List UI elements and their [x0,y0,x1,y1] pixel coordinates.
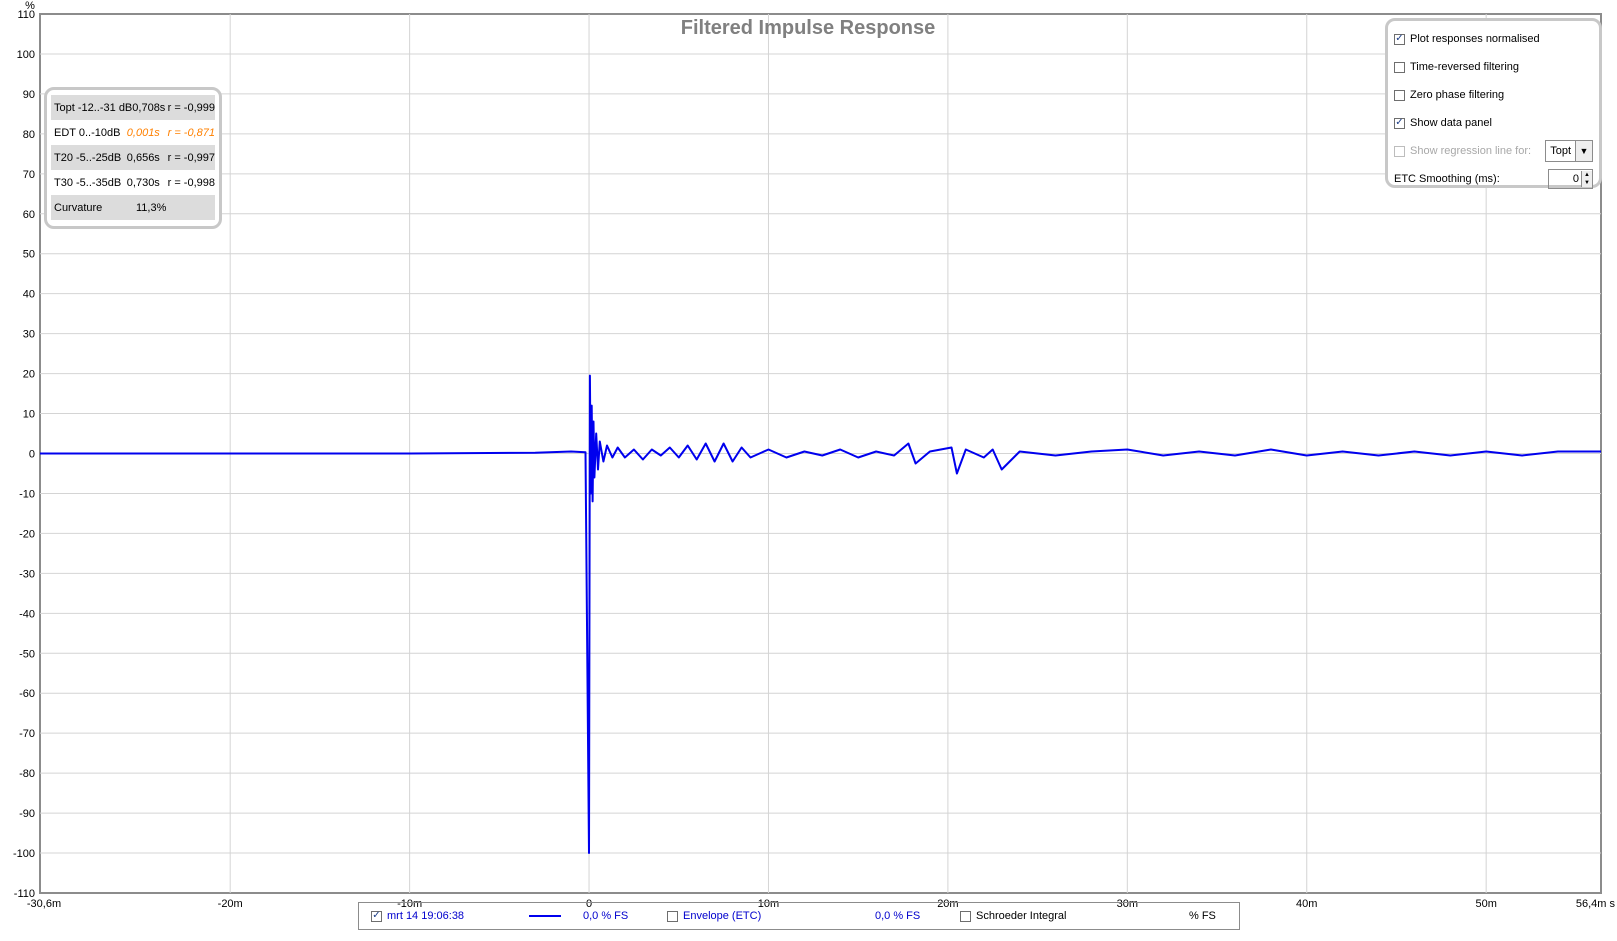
time-reversed-label: Time-reversed filtering [1410,61,1520,73]
x-tick-label: 50m [1475,898,1496,910]
x-tick-label: 56,4m s [1576,898,1616,910]
time-reversed-option[interactable]: Time-reversed filtering [1394,53,1593,81]
y-tick-label: -90 [19,808,35,820]
show-data-panel-option[interactable]: ✓ Show data panel [1394,109,1593,137]
impulse-response-chart[interactable]: 1101009080706050403020100-10-20-30-40-50… [0,0,1617,941]
data-panel: Topt -12..-31 dB 0,708s r = -0,999 EDT 0… [44,87,222,229]
y-tick-label: 40 [23,289,35,301]
regression-select-value: Topt [1550,145,1571,157]
x-tick-label: 40m [1296,898,1317,910]
y-tick-label: -40 [19,608,35,620]
topt-label: Topt -12..-31 dB [54,101,133,114]
y-tick-label: -70 [19,728,35,740]
y-tick-label: 50 [23,249,35,261]
etc-smoothing-label: ETC Smoothing (ms): [1394,173,1500,185]
legend-line-swatch [529,903,561,929]
legend-bar: ✓ mrt 14 19:06:38 0,0 % FS Envelope (ETC… [358,902,1240,930]
plot-normalised-checkbox[interactable]: ✓ [1394,33,1405,45]
schroeder-value: % FS [1189,910,1216,922]
measurement-checkbox[interactable]: ✓ [371,910,382,922]
y-tick-label: -80 [19,768,35,780]
topt-r: r = -0,999 [167,101,215,114]
schroeder-label: Schroeder Integral [976,910,1067,922]
y-tick-label: 20 [23,369,35,381]
y-tick-label: 100 [17,49,35,61]
t30-value: 0,730s [126,176,160,189]
y-tick-label: 60 [23,209,35,221]
y-tick-label: -60 [19,688,35,700]
schroeder-checkbox[interactable] [960,910,971,922]
y-tick-label: -10 [19,488,35,500]
data-panel-row-t20: T20 -5..-25dB 0,656s r = -0,997 [51,145,215,170]
envelope-value: 0,0 % FS [875,910,921,922]
envelope-checkbox[interactable] [667,910,678,922]
data-panel-row-edt: EDT 0..-10dB 0,001s r = -0,871 [51,120,215,145]
chart-series [40,374,1601,854]
measurement-value: 0,0 % FS [583,910,629,922]
zero-phase-label: Zero phase filtering [1410,89,1505,101]
zero-phase-option[interactable]: Zero phase filtering [1394,81,1593,109]
plot-normalised-label: Plot responses normalised [1410,33,1540,45]
show-data-panel-checkbox[interactable]: ✓ [1394,117,1405,129]
y-tick-label: -30 [19,568,35,580]
etc-smoothing-option: ETC Smoothing (ms): ▲ ▼ [1394,165,1593,193]
data-panel-row-topt: Topt -12..-31 dB 0,708s r = -0,999 [51,95,215,120]
etc-smoothing-input[interactable] [1549,173,1581,185]
data-panel-row-curvature: Curvature 11,3% [51,195,215,220]
line-swatch-icon [529,915,561,917]
y-tick-label: -100 [13,848,35,860]
regression-label: Show regression line for: [1410,145,1532,157]
x-tick-label: -20m [218,898,243,910]
y-axis-ticks: 1101009080706050403020100-10-20-30-40-50… [13,9,35,900]
y-tick-label: 0 [29,449,35,461]
envelope-label: Envelope (ETC) [683,910,762,922]
y-tick-label: 90 [23,89,35,101]
y-tick-label: 70 [23,169,35,181]
zero-phase-checkbox[interactable] [1394,89,1405,101]
series-line-impulse [40,374,1601,854]
regression-checkbox [1394,145,1405,157]
measurement-label: mrt 14 19:06:38 [387,910,465,922]
chevron-down-icon[interactable]: ▼ [1575,141,1592,161]
edt-value: 0,001s [126,126,160,139]
curvature-value: 11,3% [136,201,167,214]
y-tick-label: -20 [19,528,35,540]
plot-normalised-option[interactable]: ✓ Plot responses normalised [1394,25,1593,53]
regression-option: Show regression line for: Topt ▼ [1394,137,1593,165]
curvature-label: Curvature [54,201,103,214]
time-reversed-checkbox[interactable] [1394,61,1405,73]
chart-title: Filtered Impulse Response [681,17,936,39]
edt-r: r = -0,871 [167,126,215,139]
topt-value: 0,708s [132,101,166,114]
y-tick-label: 10 [23,409,35,421]
t20-label: T20 -5..-25dB [54,151,122,164]
edt-label: EDT 0..-10dB [54,126,121,139]
t20-value: 0,656s [126,151,160,164]
y-axis-unit-label: % [25,0,35,12]
legend-schroeder[interactable]: Schroeder Integral [960,903,1067,929]
y-tick-label: 30 [23,329,35,341]
etc-smoothing-spinner[interactable]: ▲ ▼ [1548,169,1593,189]
regression-select[interactable]: Topt ▼ [1545,140,1593,162]
data-panel-row-t30: T30 -5..-35dB 0,730s r = -0,998 [51,170,215,195]
spinner-arrows[interactable]: ▲ ▼ [1581,171,1592,187]
y-tick-label: -50 [19,648,35,660]
t30-label: T30 -5..-35dB [54,176,122,189]
filter-controls-panel: ✓ Plot responses normalised Time-reverse… [1385,18,1602,189]
show-data-panel-label: Show data panel [1410,117,1492,129]
spin-down-icon[interactable]: ▼ [1582,179,1592,187]
y-tick-label: 80 [23,129,35,141]
t20-r: r = -0,997 [167,151,215,164]
legend-envelope[interactable]: Envelope (ETC) [667,903,761,929]
spin-up-icon[interactable]: ▲ [1582,171,1592,179]
x-tick-label: -30,6m [27,898,61,910]
legend-measurement[interactable]: ✓ mrt 14 19:06:38 [371,903,464,929]
t30-r: r = -0,998 [167,176,215,189]
